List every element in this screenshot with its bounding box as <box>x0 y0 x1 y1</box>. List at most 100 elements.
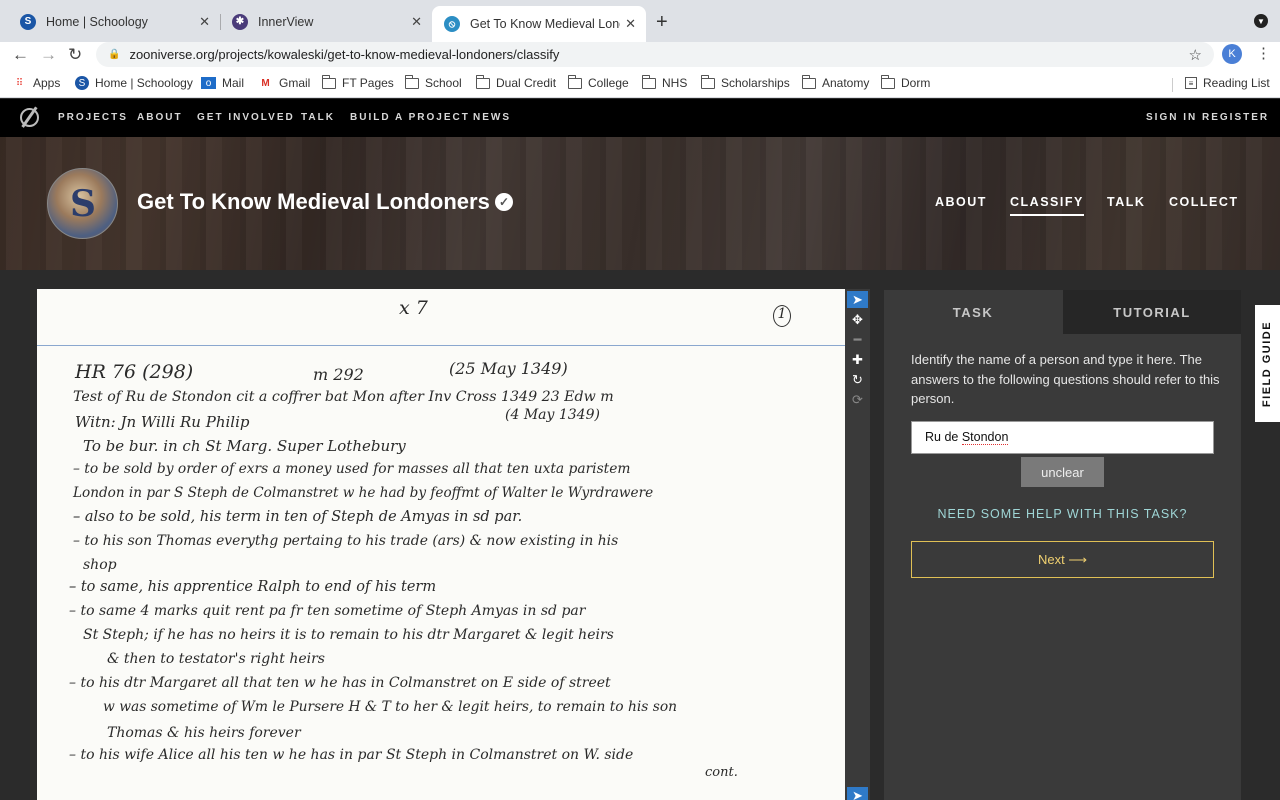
manuscript-line: – to his dtr Margaret all that ten w he … <box>69 675 611 691</box>
bookmark-label: Apps <box>33 76 61 90</box>
manuscript-line: – to his wife Alice all his ten w he has… <box>69 747 634 763</box>
tab-task[interactable]: TASK <box>884 290 1062 334</box>
tab-innerview[interactable]: ✱ InnerView ✕ <box>220 7 432 36</box>
project-nav-talk[interactable]: TALK <box>1107 195 1145 209</box>
bookmark-dorm[interactable]: Dorm <box>880 74 931 90</box>
tab-schoology[interactable]: S Home | Schoology ✕ <box>8 7 220 36</box>
browser-menu-icon[interactable]: ⋮ <box>1256 44 1271 62</box>
rotate-icon[interactable]: ↻ <box>847 371 868 388</box>
manuscript-line: w was sometime of Wm le Pursere H & T to… <box>103 699 678 715</box>
schoology-favicon-icon: S <box>20 13 36 30</box>
task-instruction: Identify the name of a person and type i… <box>911 352 1220 406</box>
bookmark-college[interactable]: College <box>567 74 629 90</box>
close-icon[interactable]: ✕ <box>411 14 422 30</box>
unclear-button[interactable]: unclear <box>1021 457 1104 487</box>
manuscript-line: 1 <box>773 305 791 327</box>
field-guide-button[interactable]: FIELD GUIDE <box>1255 305 1280 422</box>
folder-icon <box>801 74 816 89</box>
site-nav: PROJECTS ABOUT GET INVOLVED TALK BUILD A… <box>0 99 1280 137</box>
tab-search-icon[interactable]: ▼ <box>1254 14 1268 28</box>
nav-build-a-project[interactable]: BUILD A PROJECT <box>350 112 470 123</box>
bookmark-gmail[interactable]: M Gmail <box>258 76 310 90</box>
back-icon[interactable]: ← <box>12 45 29 65</box>
bookmark-scholarships[interactable]: Scholarships <box>700 74 790 90</box>
pointer-icon[interactable]: ➤ <box>847 291 868 308</box>
project-nav-classify[interactable]: CLASSIFY <box>1010 195 1084 216</box>
bookmark-nhs[interactable]: NHS <box>641 74 688 90</box>
zooniverse-logo-icon[interactable] <box>20 108 39 127</box>
manuscript-line: & then to testator's right heirs <box>107 651 325 667</box>
bookmark-apps[interactable]: ⠿ Apps <box>12 76 61 90</box>
manuscript-line: (25 May 1349) <box>449 359 568 378</box>
bookmark-mail[interactable]: o Mail <box>201 76 244 90</box>
new-tab-button[interactable]: + <box>656 11 668 34</box>
move-icon[interactable]: ✥ <box>847 311 868 328</box>
manuscript-line: To be bur. in ch St Marg. Super Lothebur… <box>83 437 406 455</box>
project-nav-collect[interactable]: COLLECT <box>1169 195 1239 209</box>
bookmark-label: NHS <box>662 76 688 90</box>
outlook-icon: o <box>201 77 216 89</box>
bookmark-school[interactable]: School <box>404 74 462 90</box>
bookmark-label: Dorm <box>901 76 931 90</box>
tab-tutorial[interactable]: TUTORIAL <box>1063 290 1241 334</box>
profile-avatar[interactable]: K <box>1222 44 1242 64</box>
manuscript-line: – to same 4 marks quit rent pa fr ten so… <box>69 603 586 619</box>
sign-in-link[interactable]: SIGN IN <box>1146 112 1197 123</box>
person-name-input[interactable]: Ru de Stondon <box>911 421 1214 454</box>
manuscript-line: London in par S Steph de Colmanstret w h… <box>73 485 654 501</box>
bookmarks-bar: ⠿ Apps S Home | Schoology o Mail M Gmail FT … <box>0 70 1280 98</box>
apps-grid-icon: ⠿ <box>15 77 24 89</box>
bookmark-dual-credit[interactable]: Dual Credit <box>475 74 556 90</box>
input-text: Ru de <box>925 430 962 444</box>
nav-get-involved[interactable]: GET INVOLVED <box>197 112 295 123</box>
url-text: zooniverse.org/projects/kowaleski/get-to… <box>129 47 560 62</box>
bookmark-label: Home | Schoology <box>95 76 193 90</box>
bookmark-label: Gmail <box>279 76 311 90</box>
manuscript-line: – to same, his apprentice Ralph to end o… <box>69 579 437 595</box>
plus-icon[interactable]: ✚ <box>847 351 868 368</box>
project-avatar[interactable]: S <box>47 168 118 239</box>
close-icon[interactable]: ✕ <box>625 16 636 32</box>
bookmark-schoology[interactable]: S Home | Schoology <box>75 76 193 90</box>
reading-list[interactable]: ≡ Reading List <box>1185 76 1270 90</box>
reading-list-label: Reading List <box>1203 76 1270 90</box>
bookmark-label: Anatomy <box>822 76 870 90</box>
address-bar[interactable]: 🔒 zooniverse.org/projects/kowaleski/get-… <box>96 42 1214 67</box>
manuscript-line: St Steph; if he has no heirs it is to re… <box>83 627 614 643</box>
manuscript-line: Thomas & his heirs forever <box>107 725 301 741</box>
tab-title: Home | Schoology <box>46 14 148 29</box>
nav-projects[interactable]: PROJECTS <box>58 112 128 123</box>
tab-medieval-londoners[interactable]: ⦸ Get To Know Medieval Londoners ✕ <box>432 6 646 42</box>
project-nav-about[interactable]: ABOUT <box>935 195 987 209</box>
nav-talk[interactable]: TALK <box>301 112 335 123</box>
browser-tab-strip: S Home | Schoology ✕ ✱ InnerView ✕ ⦸ Get… <box>0 0 1280 42</box>
reload-icon[interactable]: ↻ <box>68 45 82 65</box>
manuscript-line: cont. <box>705 765 738 780</box>
field-guide-label: FIELD GUIDE <box>1261 320 1274 407</box>
project-header: S Get To Know Medieval Londoners ✓ ABOUT… <box>0 137 1280 270</box>
bookmark-anatomy[interactable]: Anatomy <box>801 74 870 90</box>
manuscript-line: (4 May 1349) <box>505 407 600 423</box>
pointer-icon[interactable]: ➤ <box>847 787 868 800</box>
bookmark-label: FT Pages <box>342 76 394 90</box>
bookmark-ft-pages[interactable]: FT Pages <box>321 74 394 90</box>
reset-icon[interactable]: ⟳ <box>847 391 868 408</box>
folder-icon <box>880 74 895 89</box>
nav-news[interactable]: NEWS <box>473 112 511 123</box>
folder-icon <box>641 74 656 89</box>
bookmark-separator <box>1172 78 1173 92</box>
nav-about[interactable]: ABOUT <box>137 112 183 123</box>
bookmark-star-icon[interactable]: ☆ <box>1189 46 1202 64</box>
manuscript-line: Test of Ru de Stondon cit a coffrer bat … <box>73 389 614 405</box>
bookmark-label: Mail <box>222 76 245 90</box>
register-link[interactable]: REGISTER <box>1202 112 1269 123</box>
subject-image[interactable]: x 7 1 HR 76 (298) m 292 (25 May 1349) Te… <box>37 289 845 800</box>
close-icon[interactable]: ✕ <box>199 14 210 30</box>
minus-icon[interactable]: ━ <box>847 331 868 348</box>
task-help-link[interactable]: NEED SOME HELP WITH THIS TASK? <box>911 507 1214 521</box>
forward-icon[interactable]: → <box>40 45 57 65</box>
next-button[interactable]: Next ⟶ <box>911 541 1214 578</box>
gmail-icon: M <box>261 77 270 89</box>
manuscript-line: – to be sold by order of exrs a money us… <box>73 461 631 477</box>
project-title[interactable]: Get To Know Medieval Londoners <box>137 189 490 215</box>
